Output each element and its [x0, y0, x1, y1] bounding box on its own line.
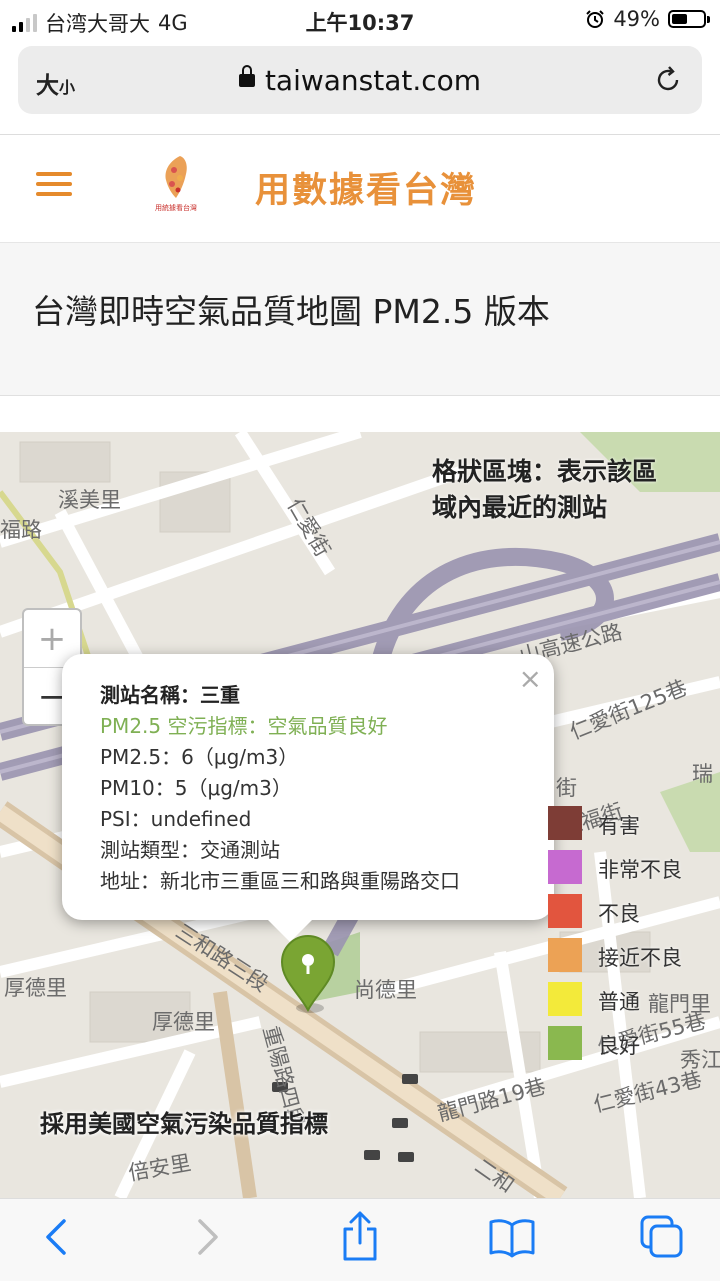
battery-fill — [672, 14, 687, 24]
map-footer-note: 採用美國空氣污染品質指標 — [40, 1110, 328, 1138]
pm25-value: PM2.5：6（μg/m3） — [100, 745, 299, 769]
road-label: 尚德里 — [354, 978, 417, 1002]
popup-close-button[interactable]: × — [519, 662, 542, 695]
legend-swatch — [548, 982, 582, 1016]
legend-label: 普通 — [598, 990, 640, 1014]
station-address: 地址：新北市三重區三和路與重陽路交口 — [100, 869, 460, 893]
grid-note: 格狀區塊：表示該區 域內最近的測站 — [432, 454, 657, 526]
road-label: 瑞 — [692, 762, 713, 786]
road-label: 厚德里 — [152, 1010, 215, 1034]
bookmarks-icon[interactable] — [488, 1213, 536, 1261]
url-display[interactable]: taiwanstat.com — [18, 64, 702, 97]
reload-icon[interactable] — [652, 64, 684, 96]
aqi-level: PM2.5 空污指標：空氣品質良好 — [100, 714, 388, 738]
battery-icon — [668, 10, 710, 28]
legend-label: 良好 — [598, 1034, 640, 1058]
svg-text:用統據看台灣: 用統據看台灣 — [155, 203, 197, 212]
grid-note-line: 域內最近的測站 — [432, 493, 608, 522]
road-label: 街 — [556, 776, 577, 800]
road-label: 福路 — [0, 518, 42, 542]
status-right: 49% — [585, 7, 710, 31]
site-logo[interactable]: 用統據看台灣 — [150, 152, 202, 218]
legend-label: 有害 — [598, 814, 640, 838]
air-quality-map[interactable]: 溪美里 福路 仁愛街 山高速公路 仁愛街125巷 瑞 仁福街 街 三和路三段 厚… — [0, 432, 720, 1198]
tabs-icon[interactable] — [638, 1213, 686, 1261]
map-pin-icon[interactable] — [280, 934, 336, 1014]
site-title[interactable]: 用數據看台灣 — [255, 162, 477, 213]
lock-icon — [238, 64, 255, 87]
legend-swatch — [548, 1026, 582, 1060]
legend-label: 不良 — [598, 902, 640, 926]
divider — [0, 134, 720, 135]
road-label: 溪美里 — [58, 488, 121, 512]
back-icon[interactable] — [40, 1213, 72, 1261]
url-text: taiwanstat.com — [264, 64, 482, 97]
station-popup: × 測站名稱：三重 PM2.5 空污指標：空氣品質良好 PM2.5：6（μg/m… — [62, 654, 554, 942]
legend-swatch — [548, 806, 582, 840]
pm10-value: PM10：5（μg/m3） — [100, 776, 292, 800]
share-icon[interactable] — [340, 1209, 380, 1263]
page-title: 台灣即時空氣品質地圖 PM2.5 版本 — [32, 292, 550, 331]
station-name: 測站名稱：三重 — [100, 683, 240, 707]
legend-swatch — [548, 938, 582, 972]
legend-swatch — [548, 850, 582, 884]
legend-label: 非常不良 — [598, 858, 682, 882]
address-bar[interactable]: 大小 taiwanstat.com — [18, 46, 702, 114]
station-type: 測站類型：交通測站 — [100, 838, 280, 862]
menu-icon[interactable] — [36, 172, 72, 196]
popup-content: 測站名稱：三重 PM2.5 空污指標：空氣品質良好 PM2.5：6（μg/m3）… — [100, 680, 460, 897]
status-bar: 台湾大哥大 4G 上午10:37 49% — [0, 0, 720, 40]
road-label: 厚德里 — [4, 976, 67, 1000]
alarm-icon — [586, 10, 605, 28]
legend-swatch — [548, 894, 582, 928]
browser-toolbar — [0, 1198, 720, 1281]
forward-icon[interactable] — [192, 1213, 224, 1261]
psi-value: PSI：undefined — [100, 807, 252, 831]
title-section: 台灣即時空氣品質地圖 PM2.5 版本 — [0, 242, 720, 396]
battery-percent: 49% — [613, 7, 660, 31]
legend-label: 接近不良 — [598, 946, 682, 970]
grid-note-line: 格狀區塊：表示該區 — [432, 457, 658, 486]
